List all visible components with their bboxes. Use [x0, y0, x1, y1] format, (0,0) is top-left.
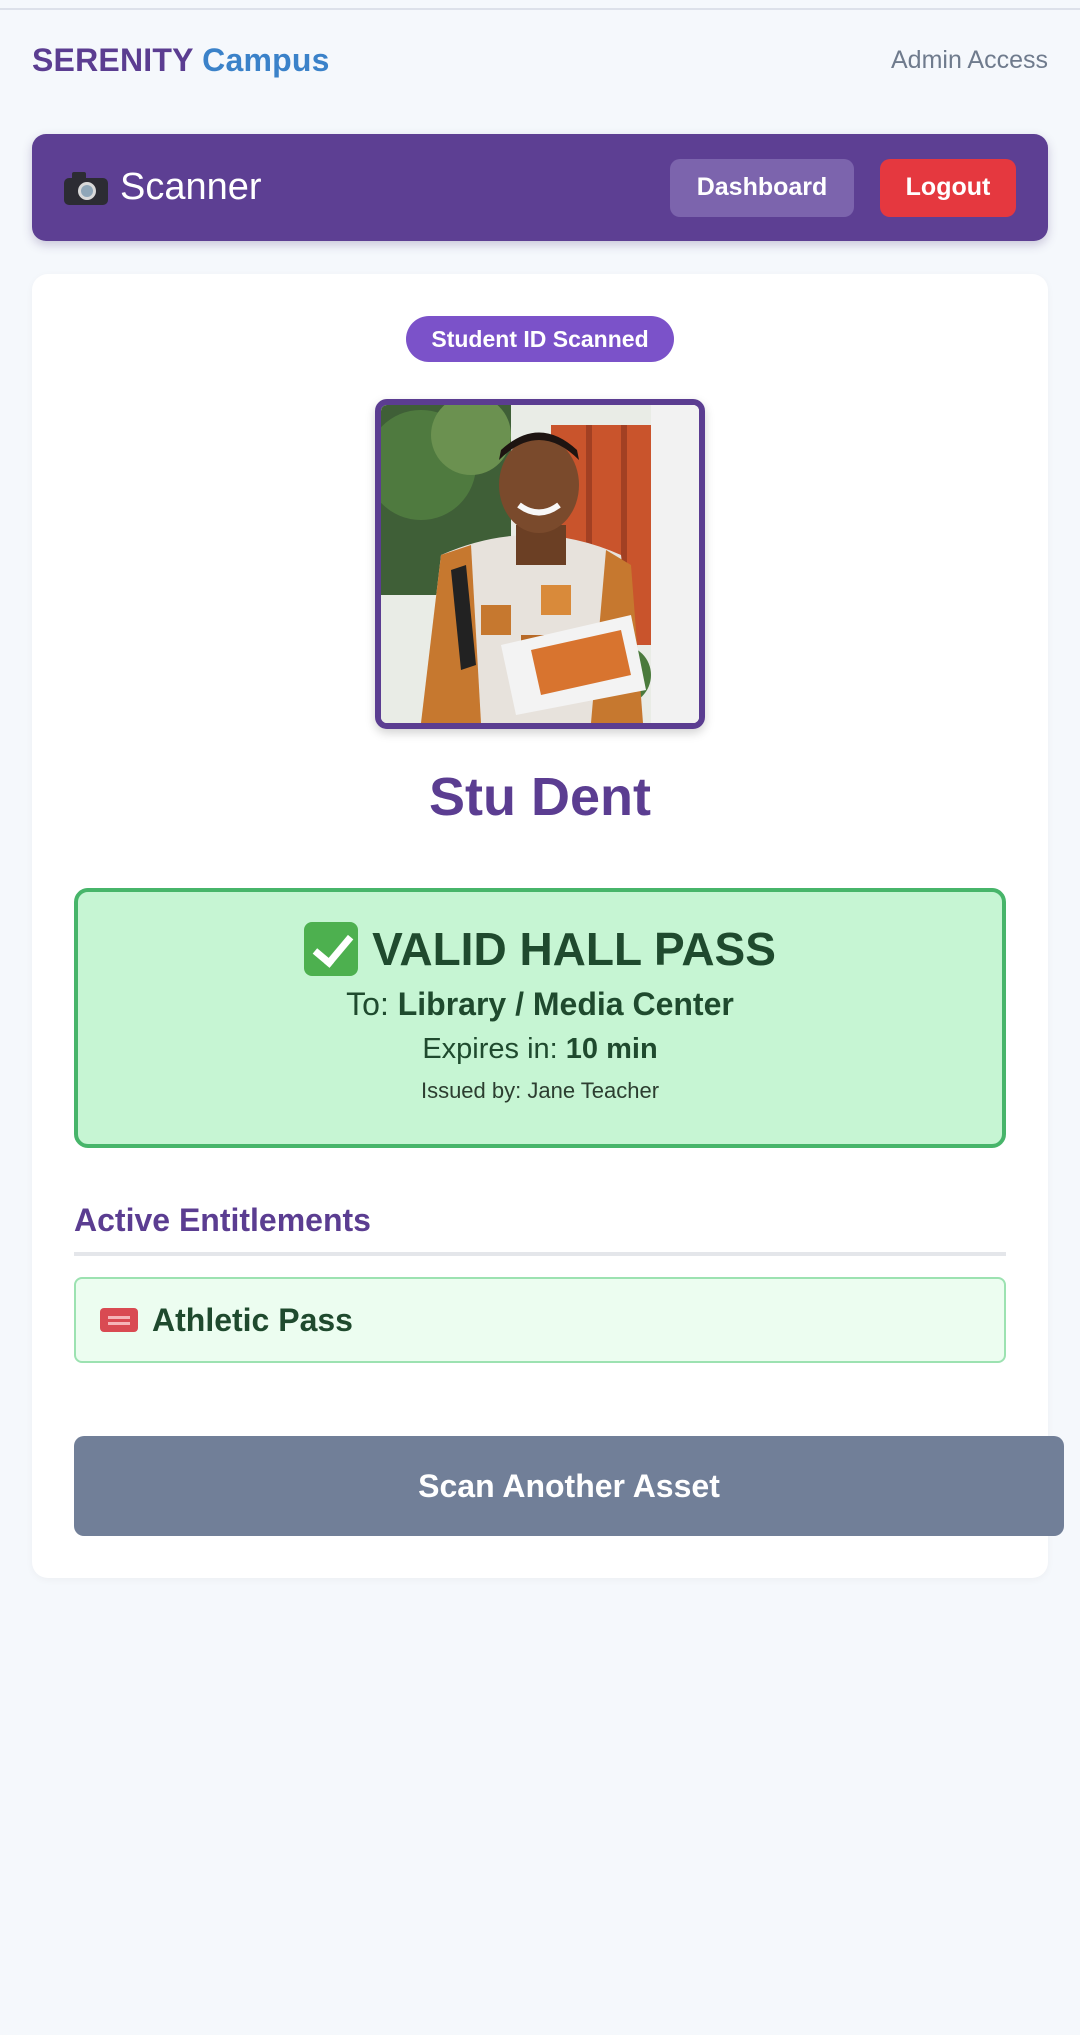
brand-logo[interactable]: SERENITY Campus	[32, 42, 330, 79]
scan-status-badge: Student ID Scanned	[406, 316, 674, 362]
top-divider	[0, 0, 1080, 10]
dashboard-button[interactable]: Dashboard	[670, 158, 854, 217]
brand-name-serenity: SERENITY	[32, 41, 194, 78]
hall-pass-issuer: Issued by: Jane Teacher	[420, 1078, 660, 1103]
brand-name-campus: Campus	[202, 41, 330, 78]
scan-another-asset-button[interactable]: Scan Another Asset	[74, 1436, 1064, 1536]
top-bar: SERENITY Campus Admin Access	[32, 38, 1048, 82]
ticket-icon	[100, 1308, 138, 1332]
page-title-text: Scanner	[120, 166, 262, 208]
destination-value: Library / Media Center	[397, 986, 734, 1022]
hall-pass-title: VALID HALL PASS	[78, 922, 1002, 976]
admin-access-link[interactable]: Admin Access	[891, 46, 1048, 75]
scanner-header: Scanner Dashboard Logout	[32, 134, 1048, 241]
student-name: Stu Dent	[429, 767, 651, 827]
page-title: Scanner	[64, 166, 262, 209]
entitlements-divider	[74, 1252, 1006, 1256]
hall-pass-destination: To: Library / Media Center	[78, 986, 1002, 1023]
camera-icon	[64, 171, 108, 205]
logout-button[interactable]: Logout	[880, 158, 1016, 217]
hall-pass-panel: VALID HALL PASS To: Library / Media Cent…	[74, 888, 1006, 1148]
student-photo-image	[381, 405, 699, 723]
checkmark-icon	[304, 922, 359, 976]
student-photo	[375, 399, 705, 729]
hall-pass-title-text: VALID HALL PASS	[372, 923, 776, 975]
expiry-value: 10 min	[565, 1033, 658, 1065]
scan-result-card: Student ID Scanned Stu Dent VALID HALL P…	[32, 274, 1064, 1578]
entitlements-heading: Active Entitlements	[74, 1202, 371, 1238]
hall-pass-expiry: Expires in: 10 min	[78, 1033, 1002, 1066]
entitlement-item: Athletic Pass	[74, 1277, 1006, 1363]
expiry-label: Expires in:	[422, 1033, 558, 1065]
entitlement-label: Athletic Pass	[152, 1301, 353, 1338]
header-actions: Dashboard Logout	[670, 158, 1016, 217]
destination-label: To:	[346, 986, 389, 1022]
